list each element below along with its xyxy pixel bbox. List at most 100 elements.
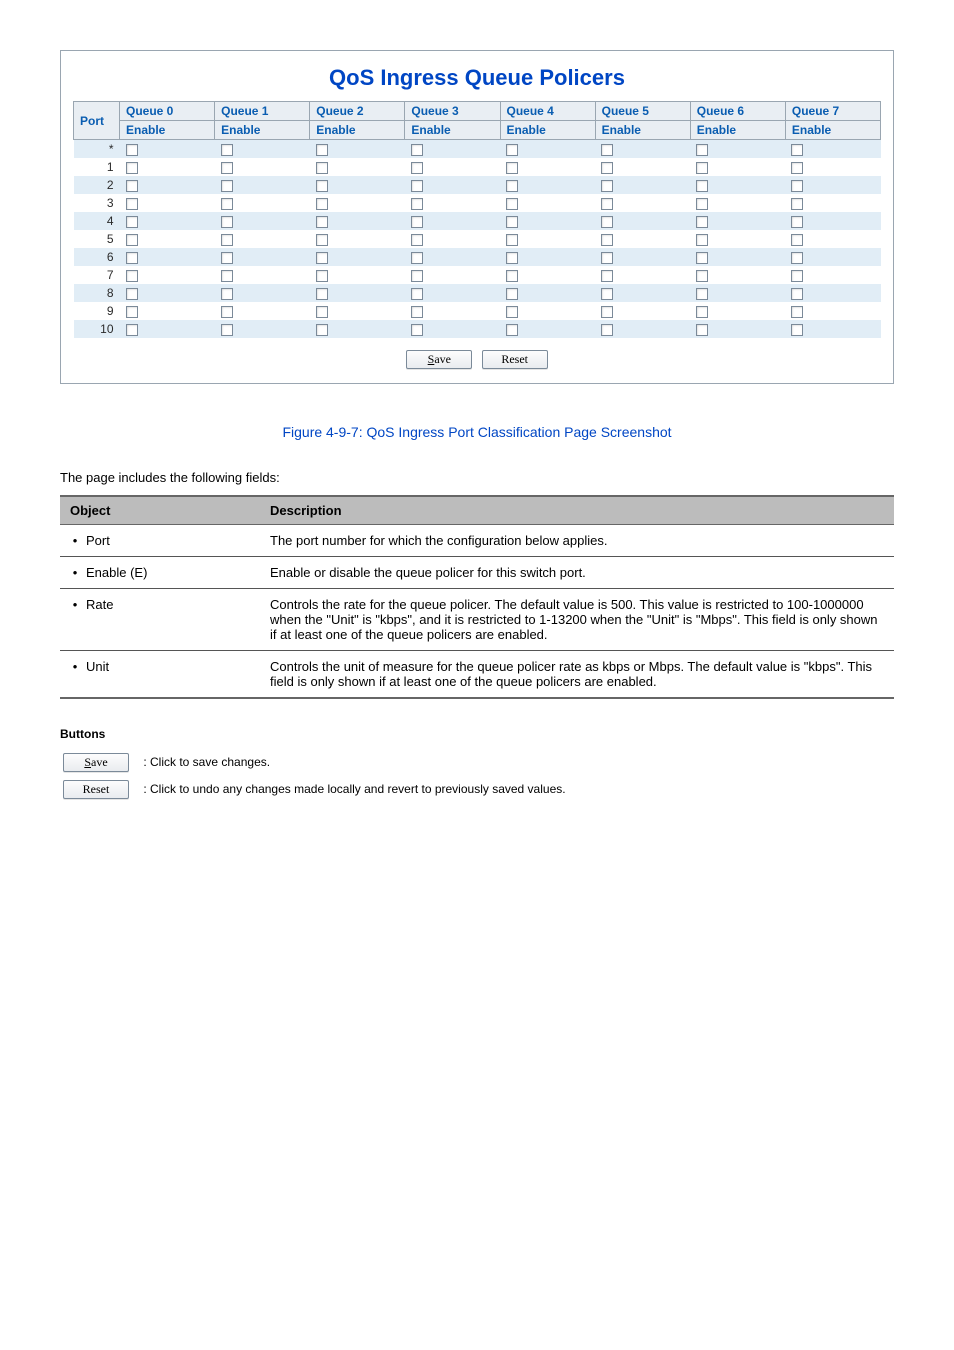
enable-checkbox[interactable]	[221, 252, 233, 264]
queue-cell	[405, 284, 500, 302]
enable-checkbox[interactable]	[221, 198, 233, 210]
enable-checkbox[interactable]	[506, 324, 518, 336]
enable-checkbox[interactable]	[411, 216, 423, 228]
enable-checkbox[interactable]	[696, 324, 708, 336]
queue-cell	[690, 266, 785, 284]
enable-checkbox[interactable]	[411, 270, 423, 282]
enable-checkbox[interactable]	[126, 324, 138, 336]
enable-checkbox[interactable]	[221, 234, 233, 246]
enable-checkbox[interactable]	[791, 234, 803, 246]
enable-checkbox[interactable]	[316, 306, 328, 318]
queue-cell	[215, 302, 310, 320]
enable-checkbox[interactable]	[601, 162, 613, 174]
enable-checkbox[interactable]	[126, 180, 138, 192]
enable-checkbox[interactable]	[126, 234, 138, 246]
enable-checkbox[interactable]	[601, 144, 613, 156]
enable-checkbox[interactable]	[126, 162, 138, 174]
enable-checkbox[interactable]	[791, 180, 803, 192]
enable-checkbox[interactable]	[221, 270, 233, 282]
enable-checkbox[interactable]	[791, 144, 803, 156]
enable-checkbox[interactable]	[411, 234, 423, 246]
enable-checkbox[interactable]	[221, 306, 233, 318]
enable-checkbox[interactable]	[601, 306, 613, 318]
enable-checkbox[interactable]	[126, 306, 138, 318]
enable-checkbox[interactable]	[506, 144, 518, 156]
queue-cell	[120, 158, 215, 176]
enable-checkbox[interactable]	[506, 198, 518, 210]
enable-checkbox[interactable]	[316, 216, 328, 228]
enable-checkbox[interactable]	[221, 162, 233, 174]
enable-checkbox[interactable]	[411, 288, 423, 300]
enable-checkbox[interactable]	[696, 144, 708, 156]
enable-checkbox[interactable]	[791, 216, 803, 228]
enable-checkbox[interactable]	[316, 324, 328, 336]
table-row: 8	[74, 284, 881, 302]
enable-checkbox[interactable]	[696, 180, 708, 192]
enable-checkbox[interactable]	[791, 270, 803, 282]
enable-checkbox[interactable]	[221, 288, 233, 300]
enable-checkbox[interactable]	[696, 198, 708, 210]
enable-checkbox[interactable]	[506, 162, 518, 174]
enable-checkbox[interactable]	[126, 216, 138, 228]
enable-checkbox[interactable]	[316, 288, 328, 300]
enable-checkbox[interactable]	[316, 252, 328, 264]
enable-checkbox[interactable]	[411, 144, 423, 156]
enable-checkbox[interactable]	[506, 216, 518, 228]
enable-checkbox[interactable]	[601, 198, 613, 210]
enable-checkbox[interactable]	[696, 216, 708, 228]
enable-checkbox[interactable]	[316, 162, 328, 174]
enable-checkbox[interactable]	[411, 252, 423, 264]
enable-checkbox[interactable]	[791, 324, 803, 336]
enable-checkbox[interactable]	[601, 288, 613, 300]
enable-checkbox[interactable]	[696, 234, 708, 246]
enable-checkbox[interactable]	[126, 144, 138, 156]
enable-checkbox[interactable]	[791, 252, 803, 264]
queue-cell	[405, 158, 500, 176]
enable-checkbox[interactable]	[601, 180, 613, 192]
enable-checkbox[interactable]	[696, 288, 708, 300]
enable-checkbox[interactable]	[316, 234, 328, 246]
enable-checkbox[interactable]	[316, 198, 328, 210]
enable-checkbox[interactable]	[696, 252, 708, 264]
enable-checkbox[interactable]	[126, 270, 138, 282]
enable-checkbox[interactable]	[601, 234, 613, 246]
enable-checkbox[interactable]	[221, 324, 233, 336]
enable-checkbox[interactable]	[411, 306, 423, 318]
enable-checkbox[interactable]	[696, 306, 708, 318]
enable-checkbox[interactable]	[411, 324, 423, 336]
enable-checkbox[interactable]	[601, 270, 613, 282]
enable-checkbox[interactable]	[221, 180, 233, 192]
enable-checkbox[interactable]	[506, 288, 518, 300]
enable-checkbox[interactable]	[506, 180, 518, 192]
enable-checkbox[interactable]	[601, 216, 613, 228]
save-button-doc[interactable]: Save	[63, 753, 129, 772]
enable-checkbox[interactable]	[791, 306, 803, 318]
enable-checkbox[interactable]	[411, 162, 423, 174]
enable-checkbox[interactable]	[601, 324, 613, 336]
enable-checkbox[interactable]	[126, 288, 138, 300]
save-button[interactable]: Save	[406, 350, 472, 369]
enable-checkbox[interactable]	[601, 252, 613, 264]
enable-checkbox[interactable]	[221, 216, 233, 228]
enable-checkbox[interactable]	[126, 252, 138, 264]
enable-checkbox[interactable]	[506, 234, 518, 246]
enable-checkbox[interactable]	[696, 162, 708, 174]
enable-checkbox[interactable]	[506, 270, 518, 282]
enable-checkbox[interactable]	[506, 252, 518, 264]
enable-checkbox[interactable]	[221, 144, 233, 156]
enable-checkbox[interactable]	[791, 288, 803, 300]
enable-checkbox[interactable]	[316, 180, 328, 192]
enable-checkbox[interactable]	[316, 270, 328, 282]
queue-cell	[215, 266, 310, 284]
enable-checkbox[interactable]	[411, 198, 423, 210]
enable-checkbox[interactable]	[791, 198, 803, 210]
reset-button-doc[interactable]: Reset	[63, 780, 129, 799]
reset-button[interactable]: Reset	[482, 350, 548, 369]
enable-checkbox[interactable]	[411, 180, 423, 192]
enable-checkbox[interactable]	[316, 144, 328, 156]
enable-checkbox[interactable]	[506, 306, 518, 318]
enable-checkbox[interactable]	[791, 162, 803, 174]
enable-checkbox[interactable]	[126, 198, 138, 210]
enable-checkbox[interactable]	[696, 270, 708, 282]
reset-button-desc: : Click to undo any changes made locally…	[143, 782, 565, 796]
